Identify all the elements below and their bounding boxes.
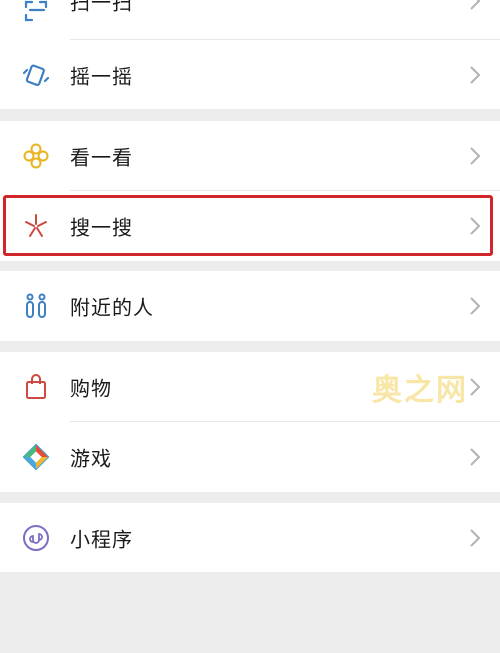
menu-group-nearby: 附近的人 [0, 271, 500, 341]
chevron-right-icon [468, 65, 482, 85]
menu-item-label: 扫一扫 [70, 0, 133, 15]
menu-item-label: 小程序 [70, 527, 133, 551]
watermark-text: 奥之网 [372, 373, 468, 408]
menu-item-label: 摇一摇 [70, 64, 133, 88]
menu-item-label: 看一看 [70, 145, 133, 170]
games-icon [22, 443, 50, 471]
menu-item-shake[interactable]: 摇一摇 [0, 40, 500, 109]
menu-item-search[interactable]: 搜一搜 [0, 191, 500, 261]
menu-group-mini-programs: 小程序 [0, 503, 500, 572]
scan-icon [22, 0, 50, 25]
people-nearby-icon [22, 292, 50, 320]
search-sparkle-icon [22, 212, 50, 240]
menu-item-people-nearby[interactable]: 附近的人 [0, 271, 500, 341]
chevron-right-icon [468, 528, 482, 548]
chevron-right-icon [468, 0, 482, 11]
chevron-right-icon [468, 377, 482, 397]
menu-item-top-stories[interactable]: 看一看 [0, 121, 500, 191]
top-stories-icon [22, 142, 50, 170]
shopping-bag-icon [22, 373, 50, 401]
menu-item-games[interactable]: 游戏 [0, 422, 500, 492]
menu-item-label: 搜一搜 [70, 215, 133, 240]
menu-item-label: 附近的人 [70, 295, 154, 320]
menu-group-stories-search: 看一看 搜一搜 [0, 121, 500, 261]
chevron-right-icon [468, 146, 482, 166]
mini-programs-icon [22, 524, 50, 552]
shake-icon [22, 61, 50, 89]
menu-item-label: 游戏 [70, 446, 112, 471]
menu-item-mini-programs[interactable]: 小程序 [0, 503, 500, 572]
menu-item-scan[interactable]: 扫一扫 [0, 0, 500, 40]
chevron-right-icon [468, 216, 482, 236]
chevron-right-icon [468, 447, 482, 467]
menu-item-label: 购物 [70, 376, 112, 401]
menu-group-scan-shake: 扫一扫 摇一摇 [0, 0, 500, 109]
chevron-right-icon [468, 296, 482, 316]
